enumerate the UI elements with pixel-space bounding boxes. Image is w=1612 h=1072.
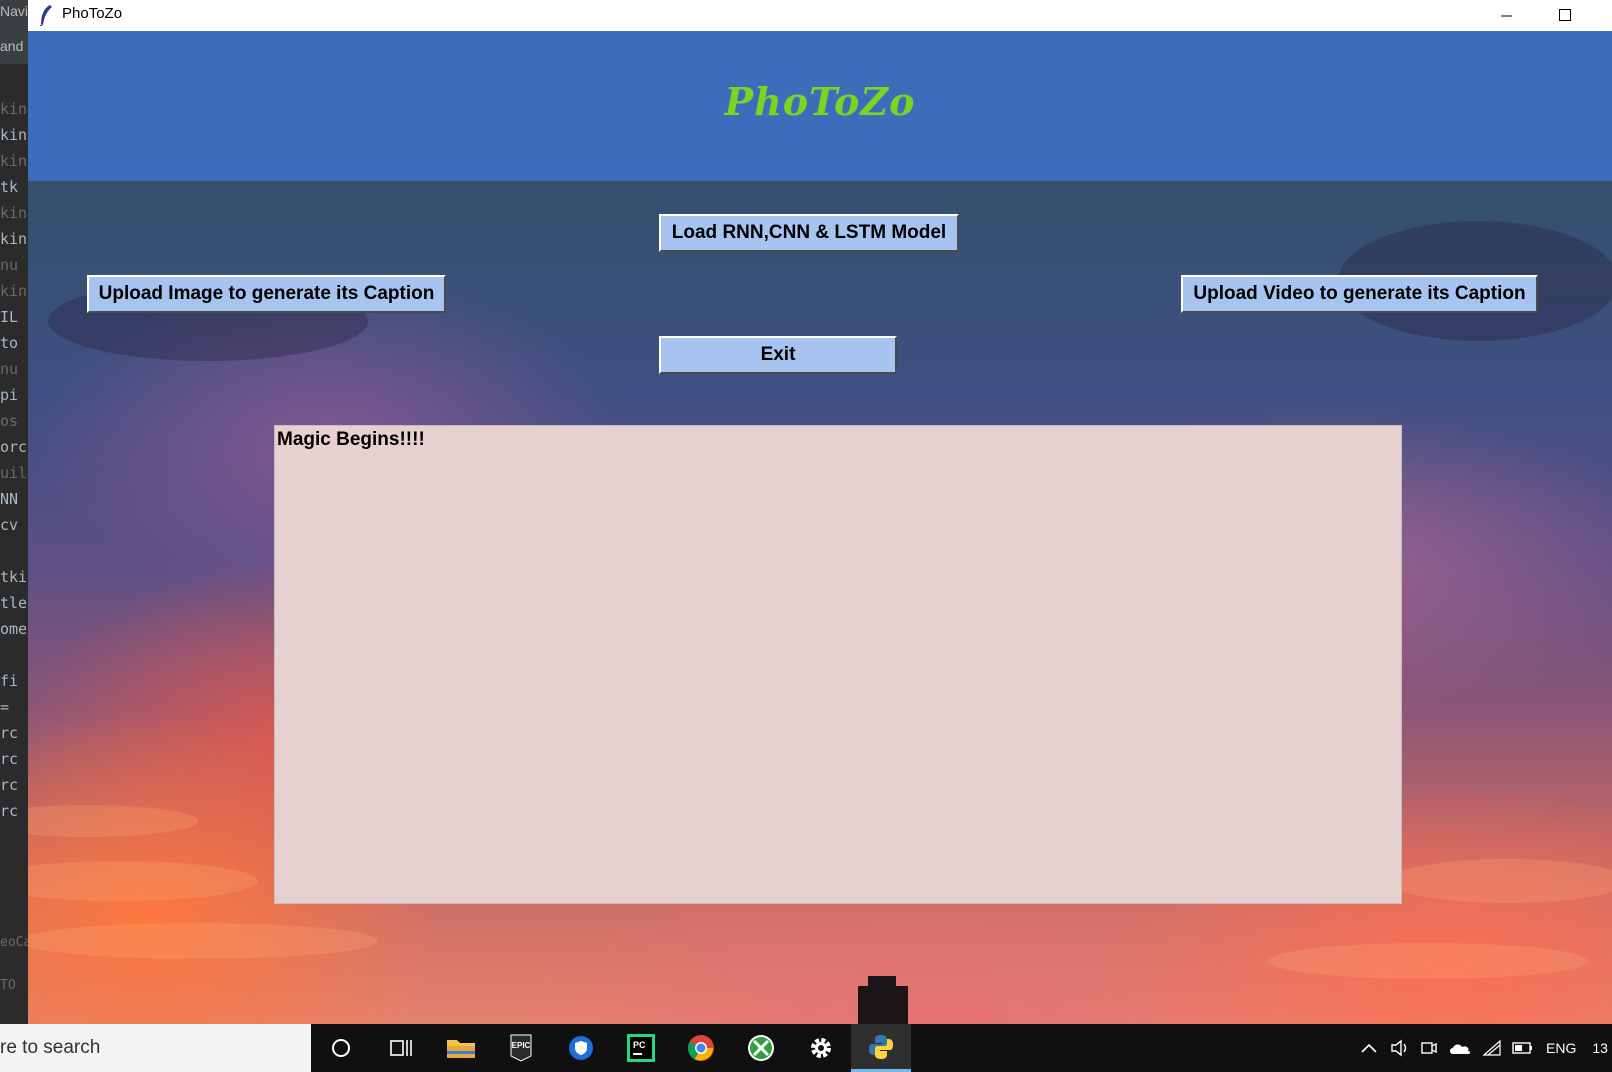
code-line: cv [0,516,19,534]
code-line: ome [0,620,28,638]
code-line: tk [0,178,19,196]
taskbar-search-box[interactable]: re to search [0,1024,311,1072]
pycharm-button[interactable]: PC [611,1024,671,1072]
code-line: kin [0,282,28,300]
editor-menu-fragment: and [0,38,24,54]
code-line: kin [0,230,28,248]
background-editor-strip: Navi and kin kin kin tk kin kin nu kin I… [0,0,28,1024]
load-model-button[interactable]: Load RNN,CNN & LSTM Model [659,214,959,252]
code-line: kin [0,204,28,222]
xbox-button[interactable] [731,1024,791,1072]
code-line: TO [0,978,16,993]
file-explorer-button[interactable] [431,1024,491,1072]
epic-games-icon: EPIC [510,1034,532,1062]
editor-toolbar: Navi and [0,0,28,64]
output-text: Magic Begins!!!! [277,429,425,450]
code-line: os [0,412,19,430]
code-line: rc [0,750,19,768]
wifi-icon[interactable] [1482,1039,1502,1057]
chevron-up-icon[interactable] [1360,1041,1378,1055]
clock[interactable]: 13 [1592,1040,1608,1056]
feather-icon [39,5,52,26]
upload-video-button[interactable]: Upload Video to generate its Caption [1181,275,1538,313]
security-button[interactable] [551,1024,611,1072]
code-line: rc [0,776,19,794]
app-logo: PhoToZo [724,79,916,124]
editor-menu-fragment: Navi [0,3,28,19]
code-line: tle [0,594,28,612]
cortana-button[interactable] [311,1024,371,1072]
caption-output-textbox[interactable]: Magic Begins!!!! [274,425,1402,904]
minimize-icon [1501,15,1512,16]
minimize-button[interactable] [1484,0,1530,31]
chrome-icon [687,1035,714,1061]
window-title: PhoToZo [62,5,123,22]
task-view-button[interactable] [371,1024,431,1072]
speaker-icon[interactable] [1390,1039,1410,1057]
code-line: kin [0,152,28,170]
svg-text:EPIC: EPIC [512,1041,531,1050]
code-line: nu [0,256,19,274]
system-tray: ENG 13 [1360,1024,1608,1072]
windows-taskbar: re to search EPIC PC ENG 13 [0,1024,1612,1072]
meet-now-icon[interactable] [1420,1039,1438,1057]
code-line: eoCa [0,935,28,950]
code-line: orc [0,438,28,456]
title-bar: PhoToZo [28,0,1612,31]
onedrive-icon[interactable] [1448,1040,1472,1056]
code-line: pi [0,386,19,404]
epic-games-button[interactable]: EPIC [491,1024,551,1072]
python-button[interactable] [851,1024,911,1072]
maximize-icon [1558,9,1571,21]
language-indicator[interactable]: ENG [1546,1040,1576,1056]
code-line: NN [0,490,19,508]
code-line: uil [0,464,28,482]
task-view-icon [390,1040,412,1056]
code-line: fi [0,672,19,690]
code-line: nu [0,360,19,378]
app-window: PhoToZo PhoToZo Load RNN,CNN & LSTM Mode… [28,0,1612,1024]
code-line: kin [0,100,28,118]
pycharm-icon: PC [627,1034,655,1062]
code-line: kin [0,126,28,144]
code-line: IL [0,308,19,326]
settings-button[interactable] [791,1024,851,1072]
code-line: rc [0,724,19,742]
battery-icon[interactable] [1512,1041,1534,1055]
chrome-button[interactable] [671,1024,731,1072]
python-icon [869,1034,893,1059]
folder-icon [447,1040,475,1058]
circle-icon [332,1039,350,1057]
upload-image-button[interactable]: Upload Image to generate its Caption [87,275,446,313]
code-line: = [0,698,10,716]
maximize-button[interactable] [1542,0,1588,31]
exit-button[interactable]: Exit [659,336,897,374]
app-header: PhoToZo [28,31,1612,181]
gear-icon [811,1038,831,1058]
code-line: rc [0,802,19,820]
shield-icon [569,1036,593,1060]
svg-text:PC: PC [633,1040,646,1050]
code-line: to [0,334,19,352]
search-placeholder: re to search [0,1037,101,1058]
code-line: tki [0,568,28,586]
xbox-icon [748,1035,774,1061]
